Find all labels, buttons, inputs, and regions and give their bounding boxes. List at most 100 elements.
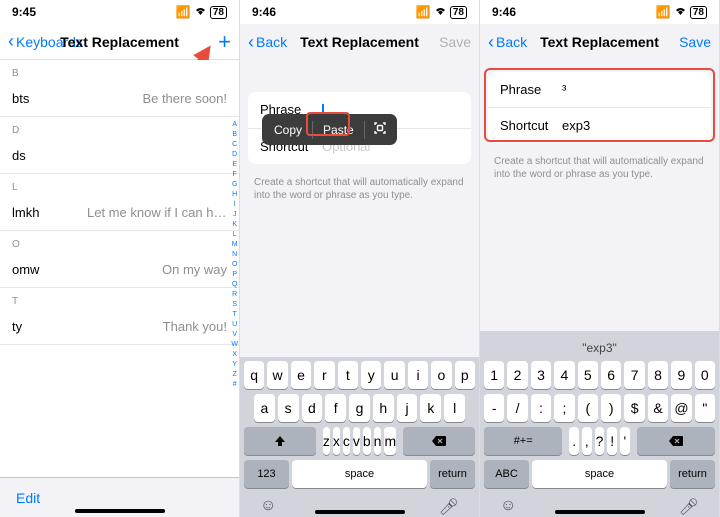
nav-bar: ‹Back Text Replacement Save [240,24,479,60]
key-4[interactable]: 4 [554,361,574,389]
home-indicator[interactable] [555,510,645,514]
key-u[interactable]: u [384,361,404,389]
delete-key[interactable] [403,427,475,455]
delete-key[interactable] [637,427,715,455]
back-button[interactable]: ‹Back [248,32,287,53]
save-button[interactable]: Save [679,34,711,50]
key-8[interactable]: 8 [648,361,668,389]
section-header: T [0,288,239,309]
key-;[interactable]: ; [554,394,574,422]
key-:[interactable]: : [531,394,551,422]
key-)[interactable]: ) [601,394,621,422]
abc-key[interactable]: ABC [484,460,529,488]
key-9[interactable]: 9 [671,361,691,389]
back-button[interactable]: ‹Keyboards [8,31,83,52]
key-r[interactable]: r [314,361,334,389]
edit-button[interactable]: Edit [16,490,40,506]
key-c[interactable]: c [343,427,350,455]
key-6[interactable]: 6 [601,361,621,389]
key-x[interactable]: x [333,427,340,455]
numeric-key[interactable]: 123 [244,460,289,488]
shortcut-phrase: On my way [162,262,227,277]
key-q[interactable]: q [244,361,264,389]
mic-icon[interactable]: 🎤︎ [439,497,459,517]
home-indicator[interactable] [315,510,405,514]
symbols-key[interactable]: #+= [484,427,562,455]
key-v[interactable]: v [353,427,360,455]
return-key[interactable]: return [670,460,715,488]
key-f[interactable]: f [325,394,346,422]
space-key[interactable]: space [292,460,427,488]
replacements-list[interactable]: ABCDEFGHIJKLMNOPQRSTUVWXYZ# BbtsBe there… [0,60,239,477]
key-"[interactable]: " [695,394,715,422]
key-g[interactable]: g [349,394,370,422]
key-.[interactable]: . [569,427,579,455]
key-l[interactable]: l [444,394,465,422]
table-row[interactable]: lmkhLet me know if I can help [0,195,239,231]
nav-bar: ‹Back Text Replacement Save [480,24,719,60]
key-'[interactable]: ' [620,427,630,455]
key-s[interactable]: s [278,394,299,422]
key-n[interactable]: n [374,427,382,455]
key-5[interactable]: 5 [578,361,598,389]
phrase-input[interactable]: ³ [562,82,699,97]
nav-bar: ‹Keyboards Text Replacement + [0,24,239,60]
key-&[interactable]: & [648,394,668,422]
key-([interactable]: ( [578,394,598,422]
key-t[interactable]: t [338,361,358,389]
key-k[interactable]: k [420,394,441,422]
help-text: Create a shortcut that will automaticall… [480,151,719,189]
signal-icon: 📶 [656,5,671,19]
key-i[interactable]: i [408,361,428,389]
keyboard[interactable]: "exp3" 1234567890 -/:;()$&@" #+= .,?!' A… [480,331,719,517]
key-?[interactable]: ? [595,427,605,455]
emoji-icon[interactable]: ☺ [260,497,276,517]
shortcut-row[interactable]: Shortcut exp3 [488,108,711,143]
key-0[interactable]: 0 [695,361,715,389]
mic-icon[interactable]: 🎤︎ [679,497,699,517]
key-e[interactable]: e [291,361,311,389]
phrase-row[interactable]: Phrase ³ [488,72,711,108]
key-h[interactable]: h [373,394,394,422]
table-row[interactable]: ds [0,138,239,174]
key-,[interactable]: , [582,427,592,455]
key-@[interactable]: @ [671,394,691,422]
key-b[interactable]: b [363,427,371,455]
key-m[interactable]: m [384,427,396,455]
keyboard[interactable]: qwertyuiop asdfghjkl zxcvbnm 123 space r… [240,357,479,517]
back-button[interactable]: ‹Back [488,32,527,53]
key-$[interactable]: $ [624,394,644,422]
key--[interactable]: - [484,394,504,422]
chevron-left-icon: ‹ [488,32,494,53]
key-y[interactable]: y [361,361,381,389]
key-1[interactable]: 1 [484,361,504,389]
key-2[interactable]: 2 [507,361,527,389]
space-key[interactable]: space [532,460,667,488]
form-area: Copy Paste Phrase Shortcut Optional Crea… [240,60,479,357]
key-3[interactable]: 3 [531,361,551,389]
add-button[interactable]: + [218,29,231,55]
return-key[interactable]: return [430,460,475,488]
key-/[interactable]: / [507,394,527,422]
key-7[interactable]: 7 [624,361,644,389]
key-o[interactable]: o [431,361,451,389]
shortcut-input[interactable]: exp3 [562,118,699,133]
key-w[interactable]: w [267,361,287,389]
save-button[interactable]: Save [439,34,471,50]
key-d[interactable]: d [302,394,323,422]
key-j[interactable]: j [397,394,418,422]
emoji-icon[interactable]: ☺ [500,497,516,517]
table-row[interactable]: tyThank you! [0,309,239,345]
key-p[interactable]: p [455,361,475,389]
home-indicator[interactable] [75,509,165,513]
menu-scan-icon[interactable] [365,119,395,140]
key-z[interactable]: z [323,427,330,455]
key-![interactable]: ! [607,427,617,455]
table-row[interactable]: btsBe there soon! [0,81,239,117]
suggestion-bar[interactable]: "exp3" [482,335,717,361]
table-row[interactable]: omwOn my way [0,252,239,288]
index-scrubber[interactable]: ABCDEFGHIJKLMNOPQRSTUVWXYZ# [231,120,238,390]
key-a[interactable]: a [254,394,275,422]
shift-key[interactable] [244,427,316,455]
status-right: 📶 78 [656,5,707,19]
